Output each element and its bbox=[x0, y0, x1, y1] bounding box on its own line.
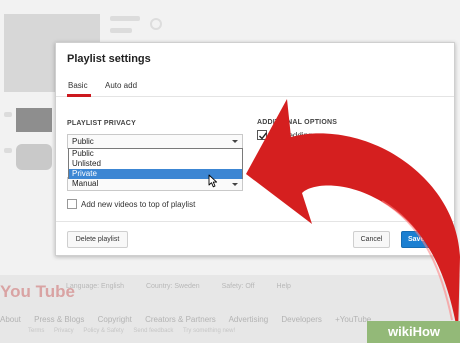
privacy-select[interactable]: Public bbox=[67, 134, 243, 149]
playlist-settings-dialog: Playlist settings Basic Auto add PLAYLIS… bbox=[55, 42, 455, 256]
footer-link[interactable]: Advertising bbox=[229, 315, 269, 324]
tab-bar: Basic Auto add bbox=[56, 79, 454, 97]
footer-link[interactable]: Copyright bbox=[98, 315, 132, 324]
footer-link[interactable]: Privacy bbox=[54, 328, 74, 334]
footer-link[interactable]: +YouTube bbox=[335, 315, 371, 324]
placeholder-text bbox=[4, 112, 12, 117]
chevron-down-icon bbox=[232, 140, 238, 143]
placeholder-text bbox=[4, 148, 12, 153]
delete-playlist-button[interactable]: Delete playlist bbox=[67, 231, 128, 248]
dialog-title: Playlist settings bbox=[67, 53, 151, 65]
footer-links-row: About Press & Blogs Copyright Creators &… bbox=[0, 315, 382, 324]
footer-link[interactable]: Developers bbox=[281, 315, 321, 324]
privacy-option-public[interactable]: Public bbox=[69, 149, 242, 159]
cancel-button[interactable]: Cancel bbox=[353, 231, 390, 248]
safety-selector[interactable]: Safety: Off bbox=[222, 283, 255, 290]
embedding-checkbox[interactable] bbox=[257, 130, 268, 140]
privacy-select-value: Public bbox=[72, 137, 94, 146]
wikihow-wiki-text: wiki bbox=[388, 324, 413, 339]
wikihow-watermark: wikiHow bbox=[367, 321, 460, 343]
footer-link[interactable]: Creators & Partners bbox=[145, 315, 216, 324]
wikihow-how-text: How bbox=[412, 324, 441, 339]
placeholder-text bbox=[110, 28, 132, 33]
footer-link[interactable]: Send feedback bbox=[133, 328, 173, 334]
playlist-privacy-label: PLAYLIST PRIVACY bbox=[67, 120, 136, 127]
video-thumbnail bbox=[16, 144, 52, 170]
gear-icon bbox=[150, 18, 162, 30]
country-selector[interactable]: Country: Sweden bbox=[146, 283, 200, 290]
ordering-select-value: Manual bbox=[72, 179, 99, 188]
footer-link[interactable]: Policy & Safety bbox=[83, 328, 123, 334]
footer-policy-row: Terms Privacy Policy & Safety Send feedb… bbox=[28, 328, 243, 334]
checkmark-icon bbox=[259, 132, 268, 140]
embedding-label: Embedding bbox=[272, 131, 313, 140]
footer-link[interactable]: Terms bbox=[28, 328, 44, 334]
footer-link[interactable]: Try something new! bbox=[183, 328, 235, 334]
language-selector[interactable]: Language: English bbox=[66, 283, 124, 290]
add-to-top-checkbox[interactable] bbox=[67, 199, 77, 209]
tab-basic[interactable]: Basic bbox=[68, 81, 88, 90]
footer-divider bbox=[56, 221, 454, 222]
tab-auto-add[interactable]: Auto add bbox=[105, 81, 137, 90]
chevron-down-icon bbox=[232, 183, 238, 186]
save-button[interactable]: Save bbox=[401, 231, 445, 248]
youtube-logo[interactable]: You Tube bbox=[0, 282, 75, 302]
footer-link[interactable]: Press & Blogs bbox=[34, 315, 84, 324]
additional-options-label: ADDITIONAL OPTIONS bbox=[257, 119, 338, 126]
footer-link[interactable]: About bbox=[0, 315, 21, 324]
mouse-cursor-icon bbox=[208, 174, 218, 188]
footer-settings-row: Language: English Country: Sweden Safety… bbox=[66, 283, 311, 290]
privacy-option-unlisted[interactable]: Unlisted bbox=[69, 159, 242, 169]
active-tab-indicator bbox=[67, 94, 91, 97]
help-link[interactable]: Help bbox=[277, 283, 291, 290]
add-to-top-label: Add new videos to top of playlist bbox=[81, 200, 196, 209]
video-thumbnail bbox=[16, 108, 52, 132]
placeholder-text bbox=[110, 16, 140, 21]
